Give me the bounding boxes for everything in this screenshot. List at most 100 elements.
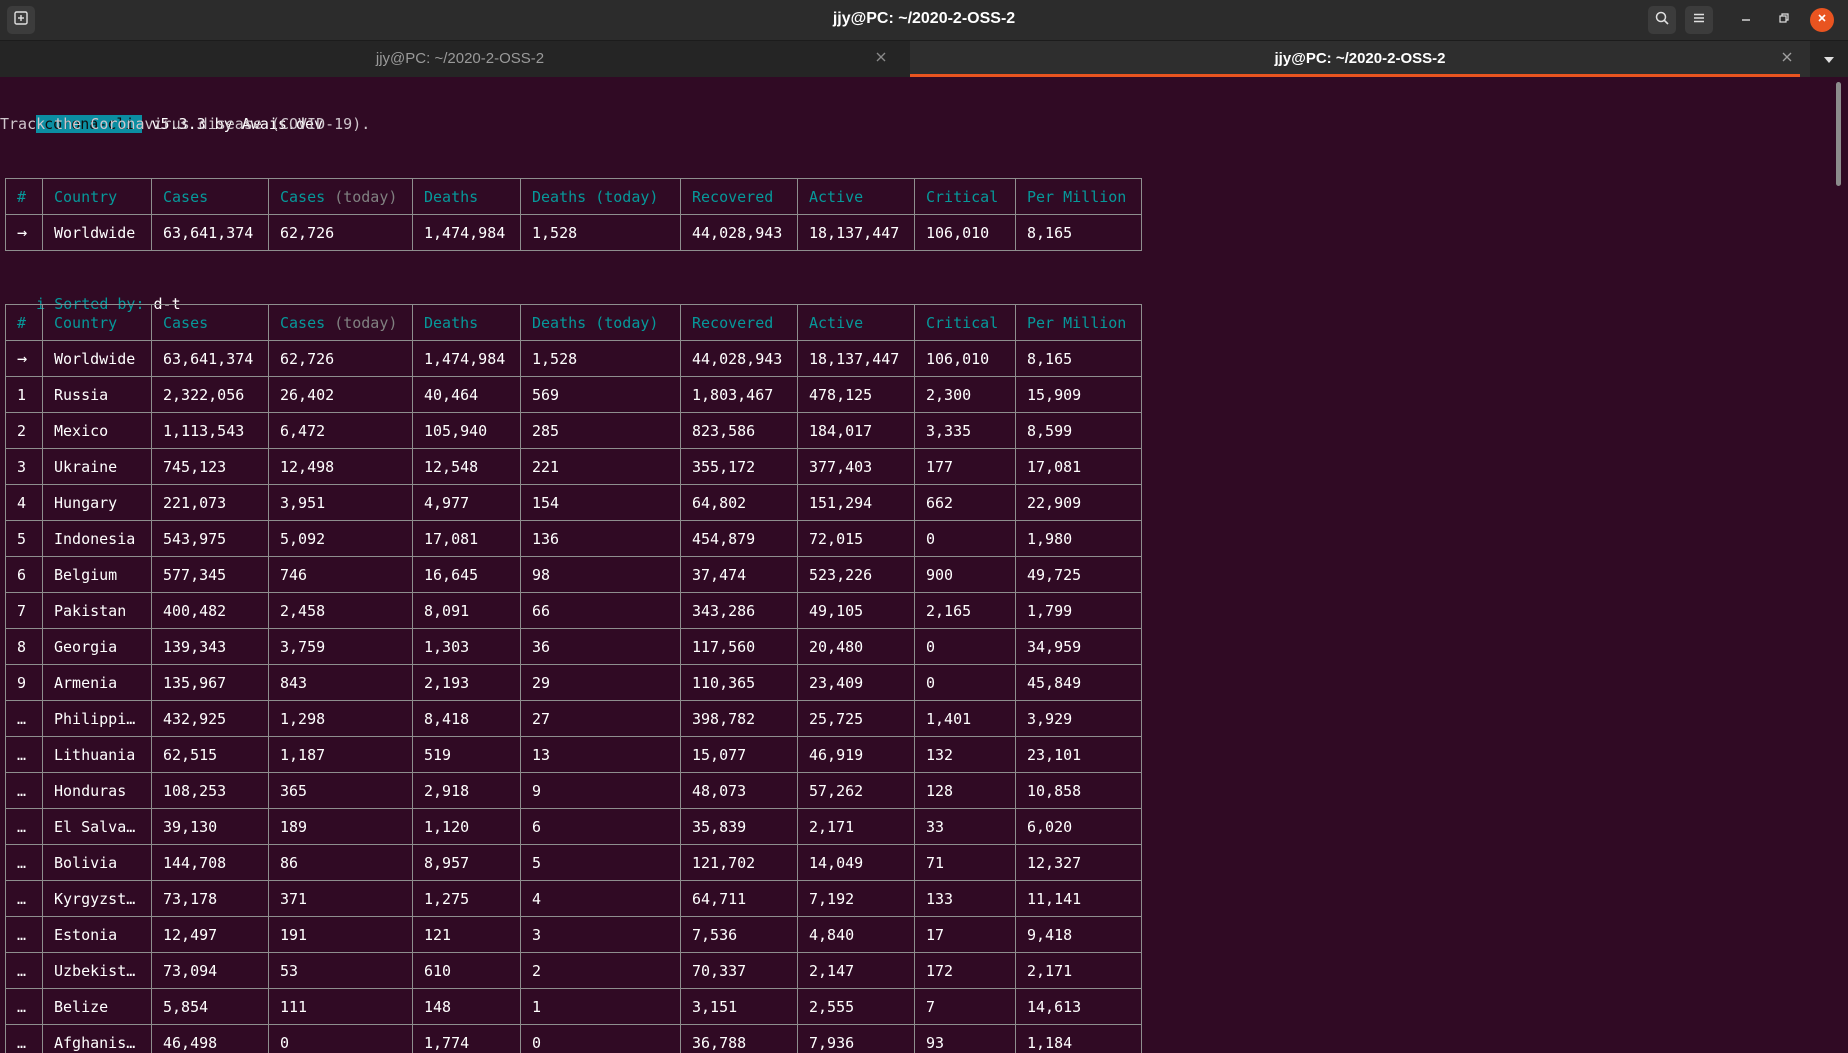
row-country: Estonia xyxy=(42,916,152,953)
tab-list-dropdown[interactable] xyxy=(1820,51,1838,69)
col-header-country: Country xyxy=(42,304,152,341)
window-title: jjy@PC: ~/2020-2-OSS-2 xyxy=(832,10,1016,27)
row-active: 478,125 xyxy=(797,376,915,413)
row-recovered: 35,839 xyxy=(680,808,798,845)
row-country: Uzbekist… xyxy=(42,952,152,989)
table-row: … Uzbekist… 73,094 53 610 2 70,337 2,147 172 2,17… xyxy=(5,952,1142,989)
table-row: … Philippi… 432,925 1,298 8,418 27 398,782 25,7… xyxy=(5,700,1142,737)
row-deaths: 1,774 xyxy=(412,1024,521,1053)
row-per-million: 1,980 xyxy=(1015,520,1142,557)
row-cases-today: 746 xyxy=(268,556,413,593)
row-cases-today: 0 xyxy=(268,1024,413,1053)
row-critical: 172 xyxy=(914,952,1016,989)
row-num: 7 xyxy=(5,592,43,629)
row-country: Armenia xyxy=(42,664,152,701)
row-per-million: 6,020 xyxy=(1015,808,1142,845)
table-header-row: # Country Cases Cases (today) Deaths Dea… xyxy=(5,178,1142,215)
col-header-per-million: Per Million xyxy=(1015,304,1142,341)
row-critical: 33 xyxy=(914,808,1016,845)
row-num: … xyxy=(5,880,43,917)
row-cases: 5,854 xyxy=(151,988,269,1025)
table-row: 9 Armenia 135,967 843 2,193 29 110,365 23,409 0 4… xyxy=(5,664,1142,701)
row-deaths-today: 1 xyxy=(520,988,681,1025)
close-window-button[interactable] xyxy=(1810,8,1834,32)
worldwide-row: → Worldwide 63,641,374 62,726 1,474,984 … xyxy=(5,214,1142,251)
row-active: 18,137,447 xyxy=(797,214,915,251)
row-cases: 63,641,374 xyxy=(151,340,269,377)
row-cases-today: 189 xyxy=(268,808,413,845)
row-active: 7,192 xyxy=(797,880,915,917)
tab-terminal-1[interactable]: jjy@PC: ~/2020-2-OSS-2 xyxy=(10,41,910,77)
row-critical: 106,010 xyxy=(914,340,1016,377)
row-deaths: 16,645 xyxy=(412,556,521,593)
row-cases: 1,113,543 xyxy=(151,412,269,449)
row-cases: 46,498 xyxy=(151,1024,269,1053)
col-header-num: # xyxy=(5,304,43,341)
col-header-cases: Cases xyxy=(151,178,269,215)
row-deaths: 8,957 xyxy=(412,844,521,881)
row-num: … xyxy=(5,916,43,953)
maximize-button[interactable] xyxy=(1772,8,1796,32)
row-num: … xyxy=(5,772,43,809)
col-header-cases: Cases xyxy=(151,304,269,341)
row-cases-today: 53 xyxy=(268,952,413,989)
search-button[interactable] xyxy=(1648,6,1676,34)
row-recovered: 355,172 xyxy=(680,448,798,485)
table-row: … Afghanis… 46,498 0 1,774 0 36,788 7,936 93 1,18… xyxy=(5,1024,1142,1053)
row-critical: 132 xyxy=(914,736,1016,773)
row-deaths: 4,977 xyxy=(412,484,521,521)
row-country: Bolivia xyxy=(42,844,152,881)
row-active: 2,171 xyxy=(797,808,915,845)
table-row: … Estonia 12,497 191 121 3 7,536 4,840 17 9,418 xyxy=(5,916,1142,953)
menu-button[interactable] xyxy=(1685,6,1713,34)
tab-close-button[interactable] xyxy=(872,49,890,67)
row-num: … xyxy=(5,700,43,737)
row-active: 57,262 xyxy=(797,772,915,809)
row-per-million: 9,418 xyxy=(1015,916,1142,953)
row-active: 14,049 xyxy=(797,844,915,881)
row-active: 523,226 xyxy=(797,556,915,593)
terminal-scrollbar[interactable] xyxy=(1836,82,1841,186)
row-num: … xyxy=(5,1024,43,1053)
row-country: Pakistan xyxy=(42,592,152,629)
row-per-million: 23,101 xyxy=(1015,736,1142,773)
row-deaths-today: 569 xyxy=(520,376,681,413)
row-deaths-today: 4 xyxy=(520,880,681,917)
row-critical: 900 xyxy=(914,556,1016,593)
row-recovered: 37,474 xyxy=(680,556,798,593)
row-deaths: 1,474,984 xyxy=(412,340,521,377)
row-deaths-today: 6 xyxy=(520,808,681,845)
tab-close-button[interactable] xyxy=(1778,49,1796,67)
row-deaths: 1,303 xyxy=(412,628,521,665)
row-per-million: 12,327 xyxy=(1015,844,1142,881)
row-deaths: 1,120 xyxy=(412,808,521,845)
row-per-million: 14,613 xyxy=(1015,988,1142,1025)
tab-terminal-2[interactable]: jjy@PC: ~/2020-2-OSS-2 xyxy=(910,41,1810,77)
row-recovered: 823,586 xyxy=(680,412,798,449)
row-cases: 73,094 xyxy=(151,952,269,989)
row-num: … xyxy=(5,988,43,1025)
row-per-million: 8,599 xyxy=(1015,412,1142,449)
row-critical: 106,010 xyxy=(914,214,1016,251)
row-recovered: 343,286 xyxy=(680,592,798,629)
row-active: 25,725 xyxy=(797,700,915,737)
row-cases-today: 111 xyxy=(268,988,413,1025)
row-per-million: 3,929 xyxy=(1015,700,1142,737)
terminal-output[interactable]: corona-cli v5.3.3 by Awais.dev Track the… xyxy=(0,78,1834,1053)
row-cases-today: 365 xyxy=(268,772,413,809)
row-recovered: 48,073 xyxy=(680,772,798,809)
row-critical: 662 xyxy=(914,484,1016,521)
row-deaths-today: 154 xyxy=(520,484,681,521)
row-num: → xyxy=(5,214,43,251)
row-num: … xyxy=(5,952,43,989)
row-cases: 745,123 xyxy=(151,448,269,485)
row-per-million: 10,858 xyxy=(1015,772,1142,809)
row-deaths-today: 9 xyxy=(520,772,681,809)
app-subtitle: Track the Coronavirus disease (COVID-19)… xyxy=(0,115,371,133)
row-critical: 7 xyxy=(914,988,1016,1025)
minimize-button[interactable] xyxy=(1734,8,1758,32)
row-active: 2,147 xyxy=(797,952,915,989)
col-header-cases-today: Cases (today) xyxy=(268,178,413,215)
table-row: 7 Pakistan 400,482 2,458 8,091 66 343,286 49,10… xyxy=(5,592,1142,629)
row-num: … xyxy=(5,844,43,881)
